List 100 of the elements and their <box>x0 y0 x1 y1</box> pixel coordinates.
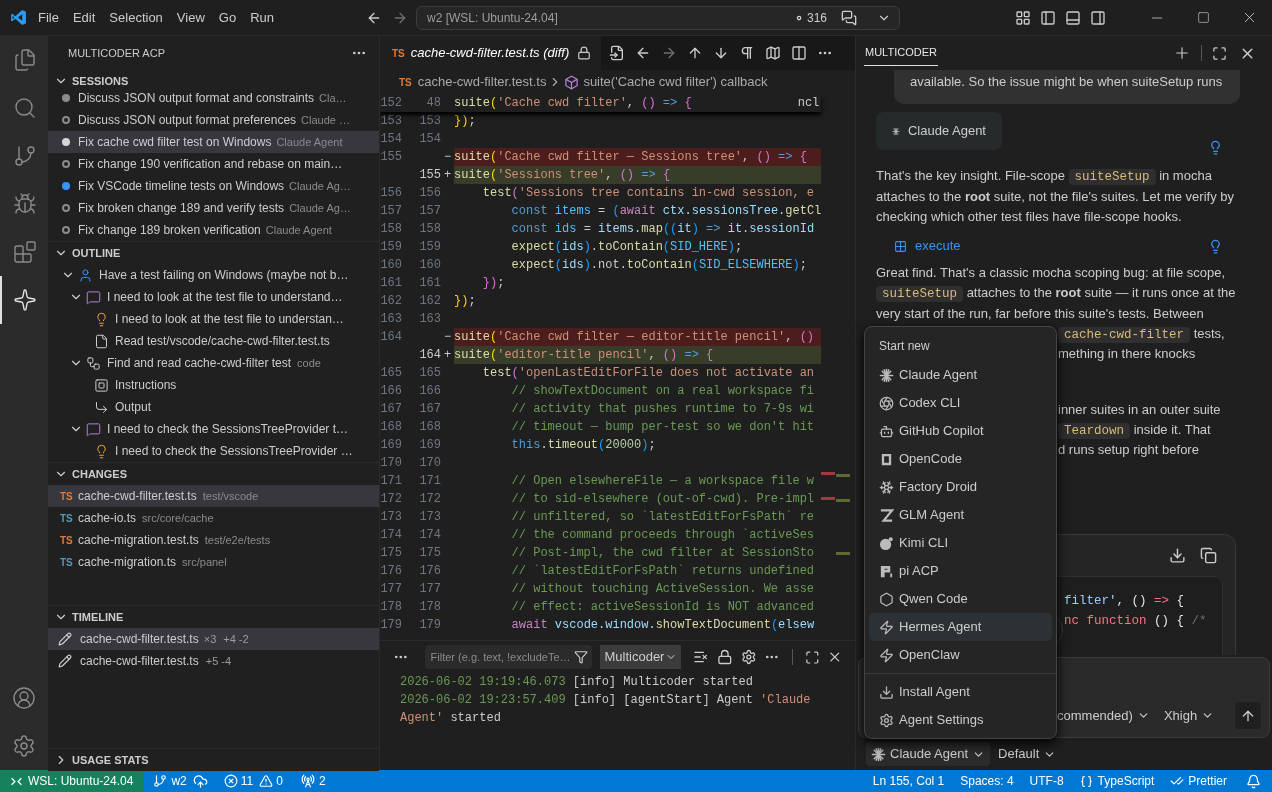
outline-item[interactable]: Find and read cache-cwd-filter test code <box>48 352 379 374</box>
outline-item[interactable]: Output <box>48 396 379 418</box>
menu-item[interactable]: Qwen Code <box>869 585 1052 613</box>
blocks-icon[interactable] <box>13 240 37 264</box>
menu-item[interactable]: Edit <box>65 7 103 28</box>
file-name: cache-io.ts <box>78 510 137 527</box>
menu-item[interactable]: OpenCode <box>869 445 1052 473</box>
warning-count: 0 <box>276 773 283 790</box>
breadcrumb-item[interactable]: suite('Cache cwd filter') callback <box>583 72 768 92</box>
command-center-title[interactable]: w2 [WSL: Ubuntu-24.04] <box>427 8 558 27</box>
sparkle-icon[interactable] <box>13 288 37 312</box>
menu-item[interactable]: GitHub Copilot <box>869 417 1052 445</box>
outline-item[interactable]: Have a test failing on Windows (maybe not b… <box>48 264 379 286</box>
status-item[interactable]: Spaces: 4 <box>952 772 1022 790</box>
maximize-icon[interactable] <box>804 649 820 665</box>
error-count: 11 <box>240 773 254 790</box>
session-item[interactable]: Fix cache cwd filter test on Windows Claude Agent <box>48 131 379 153</box>
layout-icon[interactable] <box>1015 9 1031 26</box>
line-number: 171 <box>418 473 441 490</box>
status-item[interactable]: Ln 155, Col 1 <box>864 772 953 790</box>
menu-item[interactable]: Hermes Agent <box>869 613 1052 641</box>
filter-icon[interactable] <box>574 650 589 664</box>
bell-icon[interactable] <box>1246 773 1261 789</box>
split-editor-icon[interactable] <box>791 45 808 61</box>
session-item[interactable]: Discuss JSON output format preferences Claude … <box>48 109 379 131</box>
code-text: // Open elsewhereFile — a workspace file w <box>510 473 816 490</box>
command-center[interactable]: w2 [WSL: Ubuntu-24.04] 316 <box>416 5 900 30</box>
menu-item[interactable]: Kimi CLI <box>869 529 1052 557</box>
lightbulb-icon[interactable] <box>1208 140 1223 155</box>
status-item[interactable]: UTF-8 <box>1021 772 1072 790</box>
ports-indicator[interactable]: 2 <box>300 772 326 790</box>
hexagon-icon <box>879 591 894 607</box>
lock-icon[interactable] <box>717 649 733 665</box>
menu-item[interactable]: pi ACP <box>869 557 1052 585</box>
breadcrumb-item[interactable]: cache-cwd-filter.test.ts <box>417 72 547 92</box>
plus-icon[interactable] <box>1173 44 1191 62</box>
tool-call-link[interactable]: execute <box>915 236 961 256</box>
panel-right-icon[interactable] <box>1090 9 1106 26</box>
model-selector[interactable]: commended) <box>1057 705 1150 726</box>
menu-item[interactable]: Agent Settings <box>869 706 1052 734</box>
settings-icon[interactable] <box>740 649 757 665</box>
timeline-item[interactable]: cache-cwd-filter.test.ts +5 -4 <box>48 650 379 672</box>
changed-file[interactable]: TS cache-cwd-filter.test.ts test/vscode <box>48 485 379 507</box>
effort-selector[interactable]: Xhigh <box>1163 705 1215 726</box>
problems-indicator[interactable]: 11 0 <box>223 772 283 790</box>
outline-item[interactable]: I need to look at the test file to understand… <box>48 286 379 308</box>
menu-item[interactable]: Claude Agent <box>869 361 1052 389</box>
status-item[interactable]: TypeScript <box>1071 772 1163 790</box>
menu-item[interactable]: View <box>169 7 212 28</box>
clear-list-icon[interactable] <box>693 649 710 665</box>
menu-item[interactable]: Install Agent <box>869 678 1052 706</box>
changed-file[interactable]: TS cache-migration.test.ts test/e2e/tests <box>48 529 379 551</box>
maximize-icon[interactable] <box>1212 45 1227 61</box>
menu-item[interactable]: Selection <box>102 7 170 28</box>
session-item[interactable]: Fix VSCode timeline tests on Windows Claude Ag… <box>48 175 379 197</box>
file-icon[interactable] <box>609 45 626 61</box>
files-icon[interactable] <box>13 48 37 72</box>
notification-count[interactable]: 316 <box>806 8 827 27</box>
chat-icon[interactable] <box>841 9 857 26</box>
session-item[interactable]: Fix broken change 189 and verify tests Claude Ag… <box>48 197 379 219</box>
cloud-upload-icon[interactable] <box>192 773 208 789</box>
branch-icon[interactable] <box>13 144 37 168</box>
session-item[interactable]: Fix change 189 broken verification Claude Agent <box>48 219 379 241</box>
map-icon[interactable] <box>765 45 782 61</box>
agent-picker[interactable]: Claude Agent <box>866 742 991 766</box>
session-item[interactable]: Fix change 190 verification and rebase on main… <box>48 153 379 175</box>
outline-item[interactable]: Read test/vscode/cache-cwd-filter.test.ts <box>48 330 379 352</box>
menu-item[interactable]: GLM Agent <box>869 501 1052 529</box>
panel-left-icon[interactable] <box>1040 9 1056 26</box>
lightbulb-icon[interactable] <box>1208 238 1223 254</box>
send-button[interactable] <box>1235 702 1261 729</box>
lock-icon[interactable] <box>577 46 592 60</box>
copy-icon[interactable] <box>1200 547 1217 564</box>
panel-bottom-icon[interactable] <box>1065 9 1081 26</box>
outline-item[interactable]: I need to check the SessionsTreeProvider … <box>48 440 379 462</box>
menu-item[interactable]: Go <box>211 7 244 28</box>
menu-item[interactable]: Codex CLI <box>869 389 1052 417</box>
changed-file[interactable]: TS cache-io.ts src/core/cache <box>48 507 379 529</box>
menu-item[interactable]: Factory Droid <box>869 473 1052 501</box>
output-channel-dropdown[interactable]: Multicoder <box>600 645 682 669</box>
remote-indicator[interactable]: WSL: Ubuntu-24.04 <box>0 770 144 792</box>
maximize-icon[interactable] <box>1196 11 1210 24</box>
status-item[interactable]: Prettier <box>1162 772 1235 790</box>
bug-icon[interactable] <box>13 192 37 216</box>
branch-indicator[interactable]: w2 <box>153 772 187 790</box>
outline-item[interactable]: Instructions <box>48 374 379 396</box>
outline-item[interactable]: I need to look at the test file to understan… <box>48 308 379 330</box>
filter-field[interactable]: Filter (e.g. text, !excludeTe… <box>424 645 593 669</box>
menu-item[interactable]: Run <box>243 7 281 28</box>
code-text: ncl <box>797 95 821 112</box>
download-icon[interactable] <box>1169 547 1186 564</box>
menu-item[interactable]: File <box>31 7 66 28</box>
timeline-item[interactable]: cache-cwd-filter.test.ts ×3 +4 -2 <box>48 628 379 650</box>
editor-tab[interactable]: TS cache-cwd-filter.test.ts (diff) <box>380 36 602 70</box>
changed-file[interactable]: TS cache-migration.ts src/panel <box>48 551 379 573</box>
panel-tab[interactable]: MULTICODER <box>864 40 938 66</box>
mode-picker[interactable]: Default <box>992 742 1063 766</box>
account-icon[interactable] <box>12 686 36 710</box>
search-icon[interactable] <box>13 96 37 120</box>
outline-item[interactable]: I need to check the SessionsTreeProvider t… <box>48 418 379 440</box>
